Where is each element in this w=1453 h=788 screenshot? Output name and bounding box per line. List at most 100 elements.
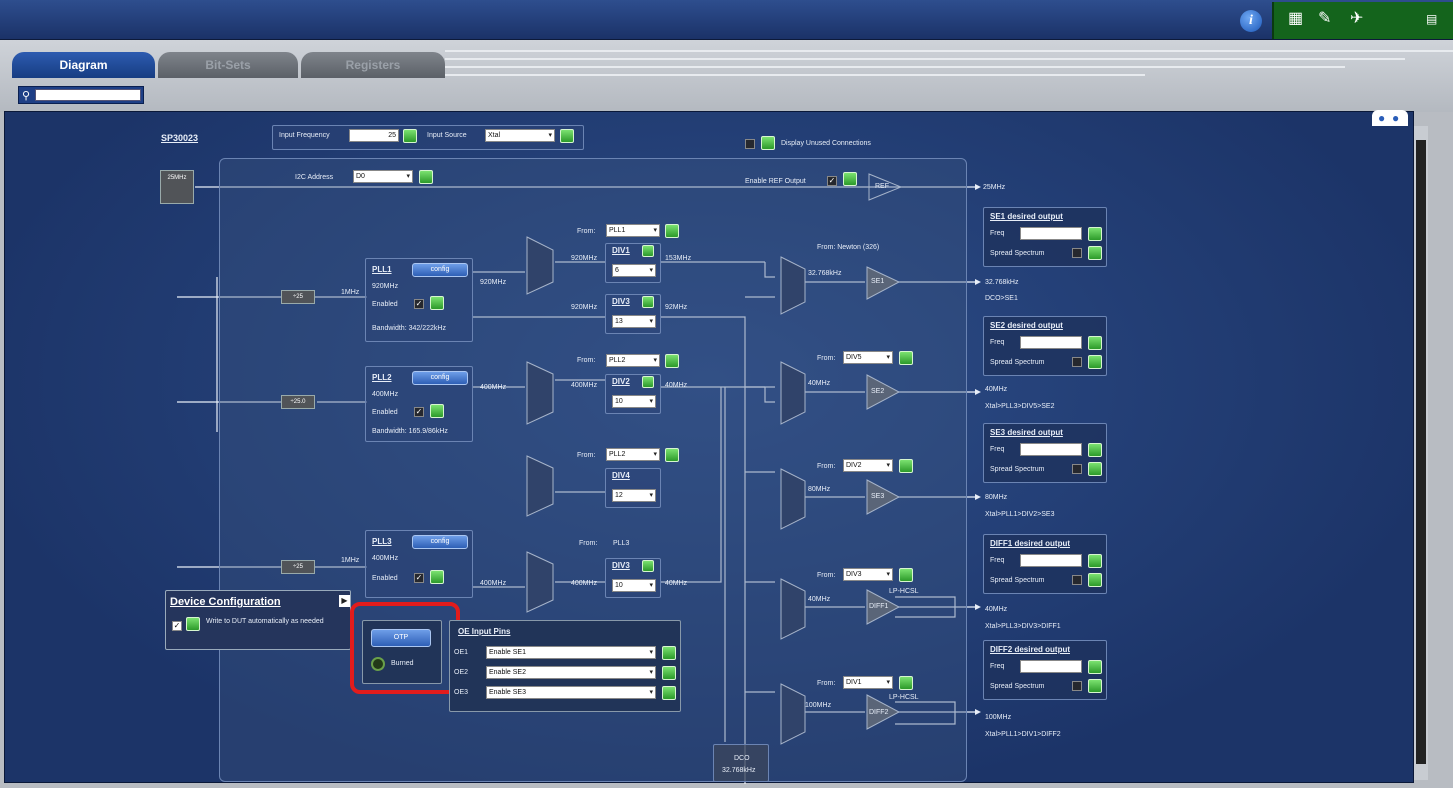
div1-select[interactable]: 6 — [612, 264, 656, 277]
prediv-1-freq: 1MHz — [341, 289, 360, 296]
se2-spread-apply[interactable] — [1088, 355, 1102, 369]
diff2-freq-label: Freq — [990, 663, 1005, 670]
pll3-enabled-checkbox[interactable]: ✓ — [414, 573, 424, 583]
diff1-freq-apply[interactable] — [1088, 554, 1102, 568]
diff2-from-select[interactable]: DIV1 — [843, 676, 893, 689]
div2-apply[interactable] — [642, 376, 654, 388]
pll2-config-button[interactable]: config — [412, 371, 468, 385]
zoom-out-icon[interactable]: ● — [1392, 111, 1399, 125]
wand-icon[interactable]: ✎ — [1318, 8, 1331, 28]
oe3-select[interactable]: Enable SE3 — [486, 686, 656, 699]
se1-spread-checkbox[interactable] — [1072, 248, 1082, 258]
div1-apply[interactable] — [642, 245, 654, 257]
diff2-freq-input[interactable] — [1020, 660, 1082, 673]
diff1-path: Xtal>PLL3>DIV3>DIFF1 — [985, 623, 1061, 630]
div2-select[interactable]: 10 — [612, 395, 656, 408]
div1-from-apply[interactable] — [665, 224, 679, 238]
div3b-out-freq: 40MHz — [665, 580, 688, 587]
apply-display-button[interactable] — [761, 136, 775, 150]
div3a-apply[interactable] — [642, 296, 654, 308]
pll2-out-freq: 400MHz — [480, 384, 507, 391]
div3a-select[interactable]: 13 — [612, 315, 656, 328]
pll3-apply-button[interactable] — [430, 570, 444, 584]
oe1-select[interactable]: Enable SE1 — [486, 646, 656, 659]
diff2-from-apply[interactable] — [899, 676, 913, 690]
pll2-apply-button[interactable] — [430, 404, 444, 418]
pll1-config-button[interactable]: config — [412, 263, 468, 277]
se3-spread-apply[interactable] — [1088, 462, 1102, 476]
zoom-in-icon[interactable]: ● — [1378, 111, 1385, 125]
vertical-scrollbar[interactable] — [1414, 126, 1428, 780]
input-source-select[interactable]: Xtal — [485, 129, 555, 142]
oe3-apply[interactable] — [662, 686, 676, 700]
apply-ref-button[interactable] — [843, 172, 857, 186]
pll3-freq: 400MHz — [372, 555, 399, 562]
div4-from-select[interactable]: PLL2 — [606, 448, 660, 461]
apply-i2c-button[interactable] — [419, 170, 433, 184]
enable-ref-checkbox[interactable]: ✓ — [827, 176, 837, 186]
tab-diagram[interactable]: Diagram — [12, 52, 155, 78]
se1-freq-input[interactable] — [1020, 227, 1082, 240]
write-auto-apply[interactable] — [186, 617, 200, 631]
display-unused-checkbox[interactable] — [745, 139, 755, 149]
pll1-apply-button[interactable] — [430, 296, 444, 310]
xtal-block[interactable]: 25MHz — [160, 170, 194, 204]
menu-icon[interactable]: ▤ — [1426, 12, 1437, 26]
div4-from-apply[interactable] — [665, 448, 679, 462]
se1-panel-title: SE1 desired output — [990, 212, 1063, 221]
oe2-apply[interactable] — [662, 666, 676, 680]
se1-spread-apply[interactable] — [1088, 246, 1102, 260]
diff1-spread-checkbox[interactable] — [1072, 575, 1082, 585]
input-frequency-field[interactable]: 25 — [349, 129, 399, 142]
oe1-apply[interactable] — [662, 646, 676, 660]
div2-from-apply[interactable] — [665, 354, 679, 368]
chip-icon[interactable]: ▦ — [1288, 8, 1303, 28]
diff1-from-select[interactable]: DIV3 — [843, 568, 893, 581]
apply-frequency-button[interactable] — [403, 129, 417, 143]
div3b-select[interactable]: 10 — [612, 579, 656, 592]
scrollbar-thumb[interactable] — [1416, 140, 1426, 764]
prediv-2-block[interactable]: ÷25.0 — [281, 395, 315, 409]
dco-block[interactable]: DCO 32.768kHz — [713, 744, 769, 782]
div4-select[interactable]: 12 — [612, 489, 656, 502]
pll1-freq: 920MHz — [372, 283, 399, 290]
pll3-config-button[interactable]: config — [412, 535, 468, 549]
se3-freq-input[interactable] — [1020, 443, 1082, 456]
se3-from-select[interactable]: DIV2 — [843, 459, 893, 472]
expand-arrow-icon[interactable]: ▶ — [339, 595, 350, 607]
div2-name: DIV2 — [612, 377, 630, 386]
oe2-select[interactable]: Enable SE2 — [486, 666, 656, 679]
div3b-apply[interactable] — [642, 560, 654, 572]
se3-freq-apply[interactable] — [1088, 443, 1102, 457]
write-auto-checkbox[interactable]: ✓ — [172, 621, 182, 631]
se2-spread-checkbox[interactable] — [1072, 357, 1082, 367]
diff1-spread-apply[interactable] — [1088, 573, 1102, 587]
tab-bit-sets[interactable]: Bit-Sets — [158, 52, 298, 78]
diff2-freq-apply[interactable] — [1088, 660, 1102, 674]
diff1-block-label: DIFF1 — [869, 603, 889, 610]
prediv-1-block[interactable]: ÷25 — [281, 290, 315, 304]
se3-spread-checkbox[interactable] — [1072, 464, 1082, 474]
div1-out-freq: 153MHz — [665, 255, 692, 262]
i2c-address-select[interactable]: D0 — [353, 170, 413, 183]
div2-from-select[interactable]: PLL2 — [606, 354, 660, 367]
tab-registers[interactable]: Registers — [301, 52, 445, 78]
diff1-freq-input[interactable] — [1020, 554, 1082, 567]
se2-freq-apply[interactable] — [1088, 336, 1102, 350]
apply-source-button[interactable] — [560, 129, 574, 143]
pll1-enabled-checkbox[interactable]: ✓ — [414, 299, 424, 309]
se2-from-apply[interactable] — [899, 351, 913, 365]
se2-freq-input[interactable] — [1020, 336, 1082, 349]
diff2-spread-apply[interactable] — [1088, 679, 1102, 693]
div1-from-select[interactable]: PLL1 — [606, 224, 660, 237]
search-input[interactable] — [35, 89, 141, 101]
pll2-enabled-checkbox[interactable]: ✓ — [414, 407, 424, 417]
prediv-3-block[interactable]: ÷25 — [281, 560, 315, 574]
se2-from-select[interactable]: DIV5 — [843, 351, 893, 364]
diff2-spread-checkbox[interactable] — [1072, 681, 1082, 691]
diff1-from-apply[interactable] — [899, 568, 913, 582]
se3-from-apply[interactable] — [899, 459, 913, 473]
se1-freq-apply[interactable] — [1088, 227, 1102, 241]
pin-icon[interactable]: ✈ — [1350, 8, 1363, 28]
info-icon[interactable]: i — [1240, 10, 1262, 32]
